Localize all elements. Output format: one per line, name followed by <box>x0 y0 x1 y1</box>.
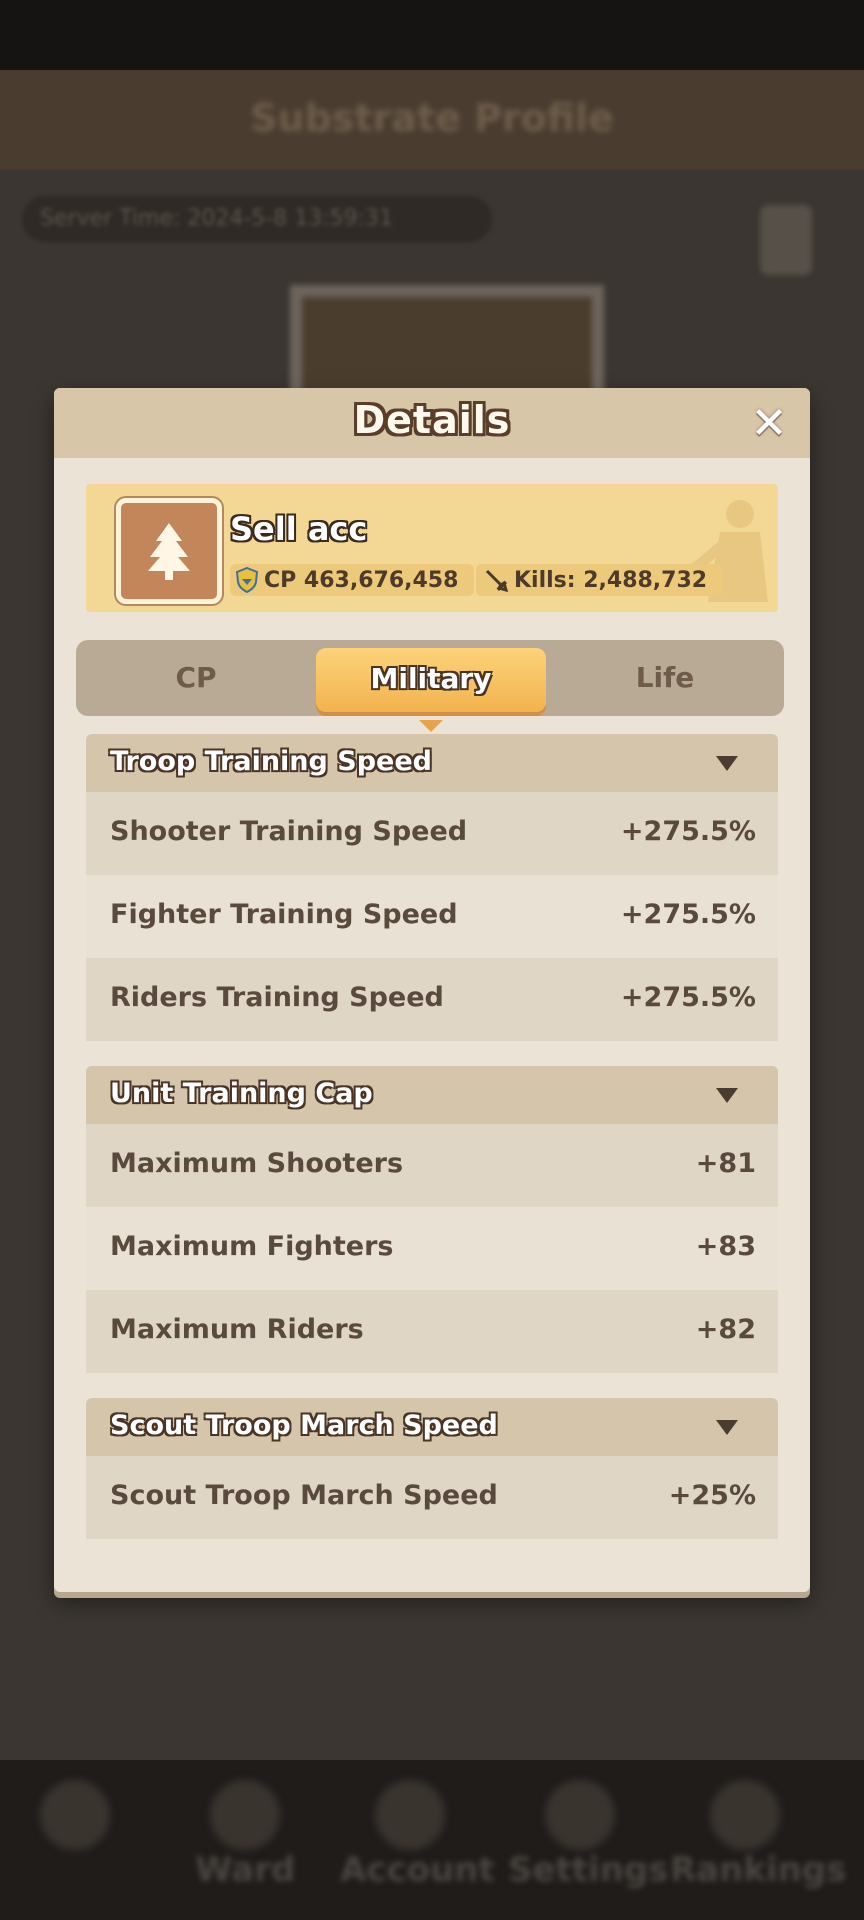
section-title: Troop Training Speed <box>110 746 432 777</box>
background-server-time: Server Time: 2024-5-8 13:59:31 <box>22 196 492 242</box>
player-name: Sell acc <box>230 510 368 548</box>
stat-row: Scout Troop March Speed +25% <box>86 1456 778 1539</box>
cp-value: CP 463,676,458 <box>264 567 459 593</box>
background-nav-account: Account <box>340 1850 495 1890</box>
background-nav-settings: Settings <box>508 1850 669 1890</box>
stat-row: Fighter Training Speed +275.5% <box>86 875 778 958</box>
stat-value: +275.5% <box>620 899 756 930</box>
stat-row: Riders Training Speed +275.5% <box>86 958 778 1041</box>
tab-cp[interactable]: CP <box>76 640 316 716</box>
tab-bar: CP Military Life <box>76 640 784 732</box>
background-nav-ward: Ward <box>195 1850 296 1890</box>
dialog-title: Details <box>353 398 511 442</box>
section-header[interactable]: Scout Troop March Speed <box>86 1398 778 1456</box>
section-unit-training-cap: Unit Training Cap Maximum Shooters +81 M… <box>86 1066 778 1373</box>
stat-value: +25% <box>668 1480 756 1511</box>
background-nav-ward-icon <box>210 1780 280 1850</box>
details-dialog: Details ✕ Sell acc CP 463,676,458 Kills:… <box>54 388 810 1592</box>
close-icon: ✕ <box>750 397 788 449</box>
section-title: Scout Troop March Speed <box>110 1410 498 1441</box>
avatar[interactable] <box>116 498 222 604</box>
kills-value: Kills: 2,488,732 <box>514 567 708 593</box>
status-bar-area <box>0 0 864 70</box>
active-tab-pointer <box>419 720 443 732</box>
stat-value: +83 <box>695 1231 756 1262</box>
stat-label: Fighter Training Speed <box>110 899 458 930</box>
stat-label: Scout Troop March Speed <box>110 1480 498 1511</box>
background-nav-account-icon <box>375 1780 445 1850</box>
kills-badge: Kills: 2,488,732 <box>476 564 722 596</box>
stat-label: Shooter Training Speed <box>110 816 468 847</box>
section-header[interactable]: Troop Training Speed <box>86 734 778 792</box>
triangle-down-icon <box>716 1088 738 1103</box>
stat-value: +82 <box>695 1314 756 1345</box>
sword-icon <box>484 568 508 592</box>
section-header[interactable]: Unit Training Cap <box>86 1066 778 1124</box>
section-troop-training-speed: Troop Training Speed Shooter Training Sp… <box>86 734 778 1041</box>
stat-label: Maximum Shooters <box>110 1148 404 1179</box>
stat-row: Maximum Riders +82 <box>86 1290 778 1373</box>
background-nav-avatar-icon <box>40 1780 110 1850</box>
close-button[interactable]: ✕ <box>746 397 792 449</box>
tree-icon <box>148 523 190 580</box>
section-scout-troop-march-speed: Scout Troop March Speed Scout Troop Marc… <box>86 1398 778 1539</box>
background-nav-rankings: Rankings <box>670 1850 847 1890</box>
stat-row: Maximum Fighters +83 <box>86 1207 778 1290</box>
section-title: Unit Training Cap <box>110 1078 373 1109</box>
stat-label: Riders Training Speed <box>110 982 444 1013</box>
shield-icon <box>236 567 258 593</box>
background-nav-settings-icon <box>545 1780 615 1850</box>
triangle-down-icon <box>716 1420 738 1435</box>
cp-badge: CP 463,676,458 <box>230 564 474 596</box>
stat-value: +275.5% <box>620 816 756 847</box>
stat-value: +275.5% <box>620 982 756 1013</box>
background-nav-rankings-icon <box>710 1780 780 1850</box>
stat-row: Maximum Shooters +81 <box>86 1124 778 1207</box>
background-trash-icon <box>760 205 812 275</box>
stat-label: Maximum Fighters <box>110 1231 394 1262</box>
tab-life[interactable]: Life <box>546 640 784 716</box>
stat-value: +81 <box>695 1148 756 1179</box>
background-title: Substrate Profile <box>250 96 614 140</box>
tab-military[interactable]: Military <box>316 648 546 712</box>
stat-label: Maximum Riders <box>110 1314 364 1345</box>
triangle-down-icon <box>716 756 738 771</box>
stat-row: Shooter Training Speed +275.5% <box>86 792 778 875</box>
